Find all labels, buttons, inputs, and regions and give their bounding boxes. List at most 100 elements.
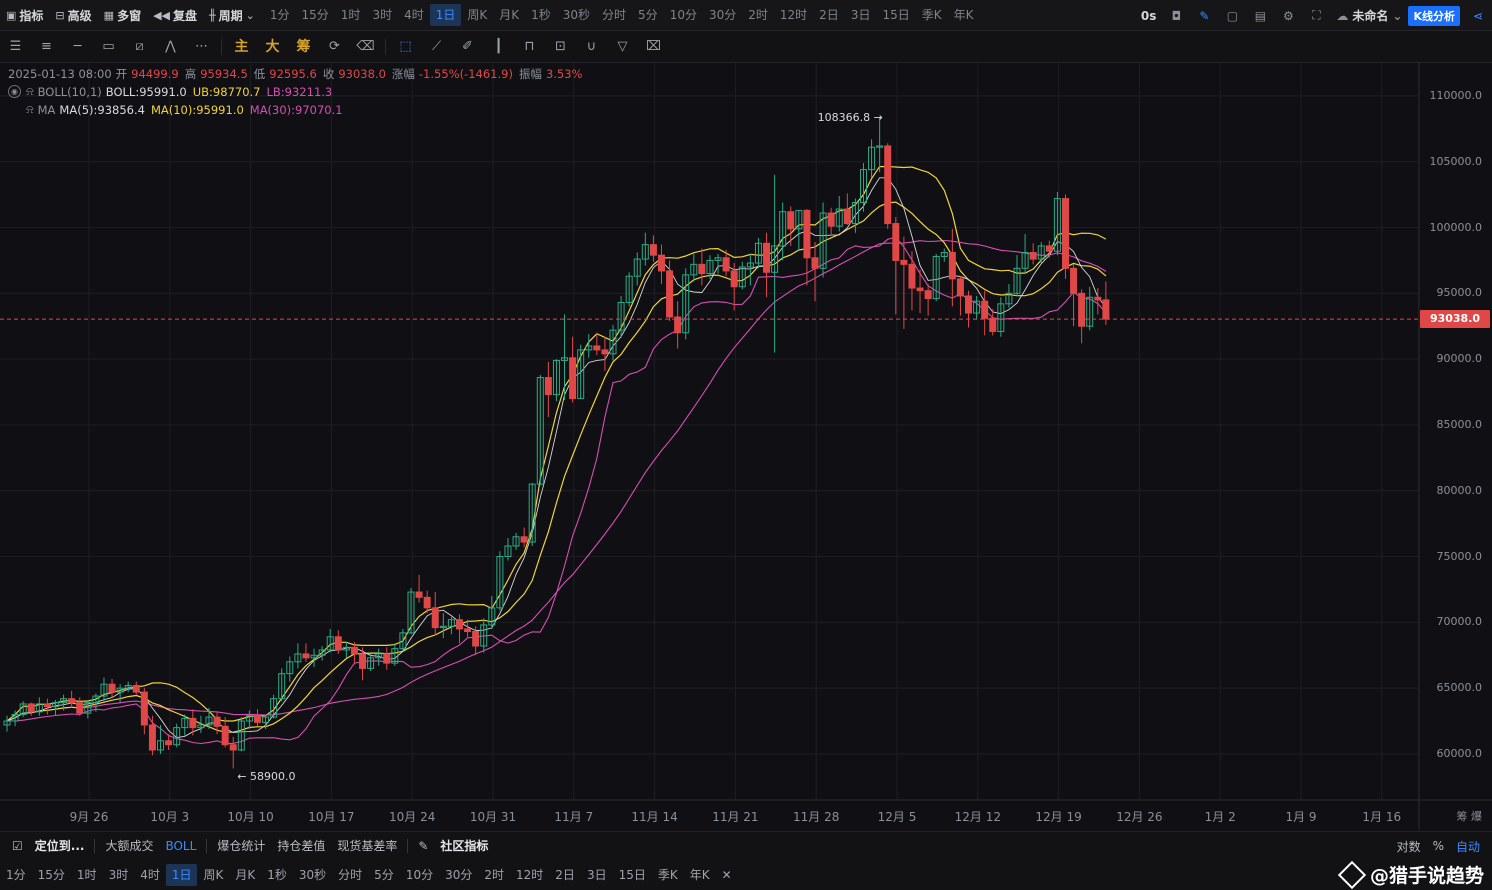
bottom-period-tab-10[interactable]: 分时 xyxy=(332,864,368,886)
bottom-period-tab-6[interactable]: 周K xyxy=(197,864,229,886)
close-icon[interactable]: ✕ xyxy=(716,864,738,886)
liquidation-stats-button[interactable]: 爆仓统计 xyxy=(217,837,265,854)
bottom-period-tab-1[interactable]: 15分 xyxy=(32,864,71,886)
period-tab-13[interactable]: 30分 xyxy=(703,4,742,26)
pen-icon[interactable]: ✎ xyxy=(1190,9,1218,23)
log-scale-button[interactable]: 对数 xyxy=(1397,838,1421,855)
period-tab-5[interactable]: 1日 xyxy=(429,4,462,26)
period-tab-10[interactable]: 分时 xyxy=(596,4,632,26)
candle-type-icon[interactable]: ┃ xyxy=(483,31,514,63)
bottom-period-tab-14[interactable]: 2时 xyxy=(478,864,510,886)
sync-icon[interactable]: ⟳ xyxy=(319,31,350,63)
bottom-period-tab-7[interactable]: 月K xyxy=(229,864,261,886)
bottom-period-tab-3[interactable]: 3时 xyxy=(103,864,135,886)
period-tab-8[interactable]: 1秒 xyxy=(525,4,557,26)
bottom-period-tab-15[interactable]: 12时 xyxy=(510,864,549,886)
period-tab-6[interactable]: 周K xyxy=(461,4,493,26)
period-dropdown[interactable]: ╫ 周期 ⌄ xyxy=(203,0,264,31)
period-tab-1[interactable]: 15分 xyxy=(296,4,335,26)
ruler-icon[interactable]: ⧄ xyxy=(124,31,155,63)
multi-window-button[interactable]: ▦ 多窗 xyxy=(98,0,147,31)
lock-icon[interactable]: ⊓ xyxy=(514,31,545,63)
period-tab-17[interactable]: 3日 xyxy=(845,4,877,26)
bottom-period-tab-9[interactable]: 30秒 xyxy=(293,864,332,886)
bottom-period-tab-19[interactable]: 季K xyxy=(652,864,684,886)
period-tab-12[interactable]: 10分 xyxy=(664,4,703,26)
comment-icon[interactable]: ▢ xyxy=(1218,9,1246,23)
period-tab-4[interactable]: 4时 xyxy=(398,4,430,26)
menu-icon[interactable]: ☰ xyxy=(0,31,31,63)
candle-body xyxy=(811,257,819,269)
trash-icon[interactable]: ⌧ xyxy=(638,31,669,63)
share-icon[interactable]: ⋖ xyxy=(1464,9,1492,23)
bottom-period-tab-16[interactable]: 2日 xyxy=(549,864,581,886)
period-tab-2[interactable]: 1时 xyxy=(335,4,367,26)
big-trades-button[interactable]: 大额成交 xyxy=(105,837,153,854)
camera-icon[interactable]: ◘ xyxy=(1162,9,1190,23)
calendar-icon[interactable]: ☑ xyxy=(12,839,23,853)
auto-scale-button[interactable]: 自动 xyxy=(1456,838,1480,855)
select-icon[interactable]: ⬚ xyxy=(390,31,421,63)
measure-icon[interactable]: ⟋ xyxy=(421,31,452,63)
horizontal-lines-icon[interactable]: ≡ xyxy=(31,31,62,63)
advanced-button[interactable]: ⊟ 高级 xyxy=(49,0,97,31)
period-tab-3[interactable]: 3时 xyxy=(366,4,398,26)
indicators-button[interactable]: ▣ 指标 xyxy=(0,0,49,31)
rectangle-icon[interactable]: ▭ xyxy=(93,31,124,63)
kline-analysis-button[interactable]: K线分析 xyxy=(1408,5,1460,26)
locate-button[interactable]: 定位到... xyxy=(35,837,85,854)
wave-icon[interactable]: ⋀ xyxy=(155,31,186,63)
bottom-period-tab-18[interactable]: 15日 xyxy=(613,864,652,886)
bottom-period-tab-17[interactable]: 3日 xyxy=(581,864,613,886)
layout-icon[interactable]: ▤ xyxy=(1246,9,1274,23)
period-tab-16[interactable]: 2日 xyxy=(813,4,845,26)
fullscreen-icon[interactable]: ⛶ xyxy=(1302,8,1330,23)
chips-toggle[interactable]: 筹 xyxy=(288,31,319,63)
bottom-period-tab-2[interactable]: 1时 xyxy=(71,864,103,886)
period-tab-18[interactable]: 15日 xyxy=(876,4,915,26)
filter-icon[interactable]: ▽ xyxy=(607,31,638,63)
bottom-period-tab-0[interactable]: 1分 xyxy=(0,864,32,886)
magnet-icon[interactable]: ∪ xyxy=(576,31,607,63)
axis-right-corner[interactable]: 筹 爆 xyxy=(1457,808,1483,824)
period-tab-20[interactable]: 年K xyxy=(948,4,980,26)
bottom-period-tab-5[interactable]: 1日 xyxy=(165,863,198,886)
candle-body xyxy=(253,715,261,723)
period-tab-7[interactable]: 月K xyxy=(493,4,525,26)
workspace-dropdown[interactable]: ☁ 未命名 ⌄ xyxy=(1336,7,1402,24)
kline-chart[interactable]: 2025-01-13 08:00 开 94499.9 高 95934.5 低 9259… xyxy=(0,63,1492,830)
candle-body xyxy=(27,703,35,713)
bottom-period-tab-8[interactable]: 1秒 xyxy=(261,864,293,886)
bottom-period-tab-20[interactable]: 年K xyxy=(684,864,716,886)
big-trades-toggle[interactable]: 大 xyxy=(257,31,288,63)
erase-icon[interactable]: ⌫ xyxy=(350,31,381,63)
community-indicators-button[interactable]: 社区指标 xyxy=(440,837,488,854)
more-icon[interactable]: ⋯ xyxy=(186,31,217,63)
open-interest-diff-button[interactable]: 持仓差值 xyxy=(277,837,325,854)
horizontal-line-icon[interactable]: ─ xyxy=(62,31,93,63)
ma-legend[interactable]: ⍾ MA MA(5):93856.4 MA(10):95991.0 MA(30)… xyxy=(8,102,349,117)
replay-button[interactable]: ◀◀ 复盘 xyxy=(147,0,203,31)
percent-scale-button[interactable]: % xyxy=(1433,839,1444,853)
period-tab-14[interactable]: 2时 xyxy=(742,4,774,26)
chart-canvas[interactable] xyxy=(0,63,1492,830)
settings-icon[interactable]: ⚙ xyxy=(1274,9,1302,23)
candle-body xyxy=(666,270,674,318)
boll-button[interactable]: BOLL xyxy=(165,839,196,853)
bottom-period-tab-4[interactable]: 4时 xyxy=(134,864,166,886)
basis-rate-button[interactable]: 现货基差率 xyxy=(337,837,397,854)
bottom-period-tab-12[interactable]: 10分 xyxy=(400,864,439,886)
visibility-icon[interactable]: ◉ xyxy=(8,85,21,98)
main-chart-toggle[interactable]: 主 xyxy=(226,31,257,63)
period-tab-9[interactable]: 30秒 xyxy=(557,4,596,26)
brush-icon[interactable]: ✐ xyxy=(452,31,483,63)
period-tab-0[interactable]: 1分 xyxy=(264,4,296,26)
bottom-period-tab-13[interactable]: 30分 xyxy=(439,864,478,886)
period-tab-19[interactable]: 季K xyxy=(916,4,948,26)
period-tab-11[interactable]: 5分 xyxy=(632,4,664,26)
period-tab-15[interactable]: 12时 xyxy=(774,4,813,26)
edit-indicator-icon[interactable]: ✎ xyxy=(418,839,428,853)
bottom-period-tab-11[interactable]: 5分 xyxy=(368,864,400,886)
boll-legend[interactable]: ◉ ⍾ BOLL(10,1) BOLL:95991.0 UB:98770.7 L… xyxy=(8,84,338,99)
edit-icon[interactable]: ⊡ xyxy=(545,31,576,63)
